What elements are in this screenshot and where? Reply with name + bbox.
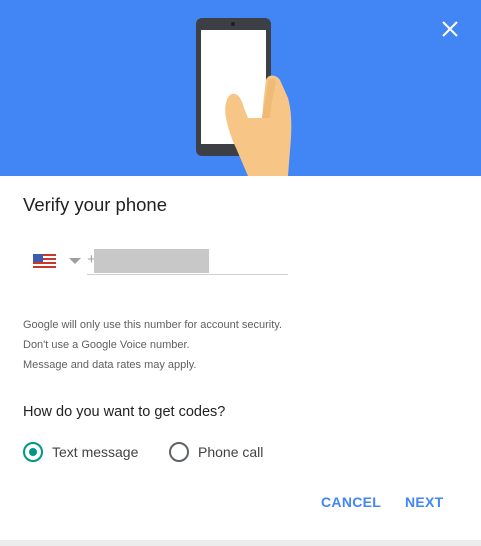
info-line-security: Google will only use this number for acc… <box>23 319 283 331</box>
hand-holding-phone-illustration <box>196 18 292 176</box>
info-line-rates: Message and data rates may apply. <box>23 359 197 371</box>
phone-number-field: + <box>87 247 288 275</box>
radio-phone-call[interactable]: Phone call <box>169 442 279 464</box>
radio-text-message[interactable]: Text message <box>23 442 153 464</box>
info-text: Google will only use this number for acc… <box>23 315 282 375</box>
next-button[interactable]: NEXT <box>405 494 444 510</box>
codes-question: How do you want to get codes? <box>23 404 226 420</box>
phone-number-input[interactable] <box>94 249 209 273</box>
dialog-header-banner <box>0 0 481 176</box>
country-code-dropdown[interactable] <box>33 247 87 275</box>
cancel-button[interactable]: CANCEL <box>321 494 381 510</box>
chevron-down-icon <box>69 258 81 264</box>
radio-unchecked-icon <box>169 442 189 462</box>
phone-number-row: + <box>33 247 293 277</box>
dialog-title: Verify your phone <box>23 194 167 215</box>
close-icon <box>442 21 458 37</box>
radio-dot <box>29 448 37 456</box>
dialog-bottom-edge <box>0 540 481 546</box>
info-line-voice: Don't use a Google Voice number. <box>23 339 190 351</box>
close-button[interactable] <box>439 18 461 40</box>
radio-label-text-message: Text message <box>52 444 139 460</box>
verify-phone-dialog: Verify your phone + Google will only use… <box>0 0 481 546</box>
us-flag-icon <box>33 254 56 268</box>
radio-label-phone-call: Phone call <box>198 444 264 460</box>
phone-camera <box>231 22 235 26</box>
radio-checked-icon <box>23 442 43 462</box>
